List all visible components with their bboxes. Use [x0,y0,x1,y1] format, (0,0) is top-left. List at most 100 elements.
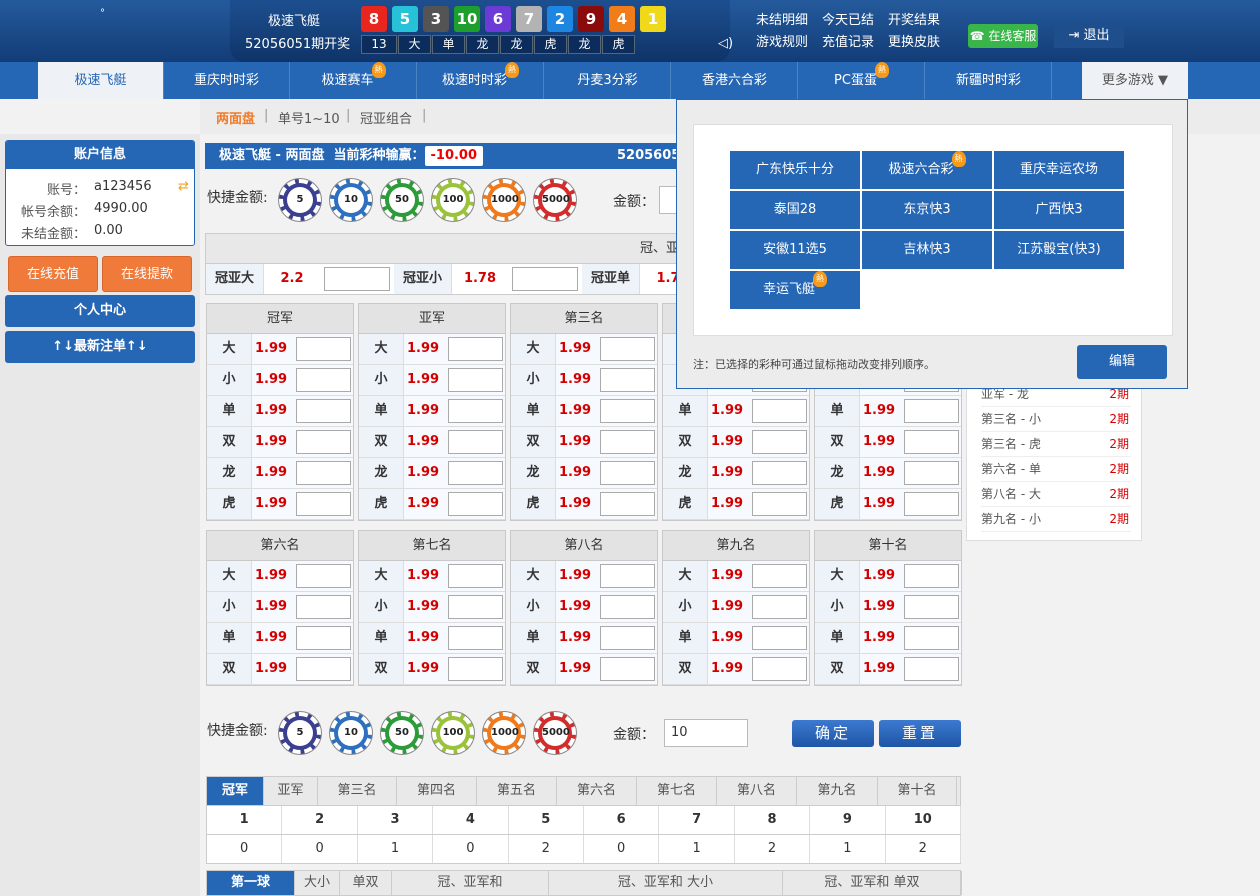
bet-input[interactable] [600,564,655,588]
popup-game[interactable]: 重庆幸运农场 [994,151,1124,189]
bet-input[interactable] [904,399,959,423]
bet-input[interactable] [600,595,655,619]
bet-input[interactable] [296,595,351,619]
link-results[interactable]: 开奖结果 [888,9,940,28]
bottom-tab[interactable]: 第一球 [207,871,295,895]
popup-game[interactable]: 东京快3 [862,191,992,229]
link-rules[interactable]: 游戏规则 [756,31,808,50]
bottom-tab[interactable]: 冠、亚军和 单双 [783,871,962,895]
bet-input[interactable] [904,657,959,681]
bet-input[interactable] [296,461,351,485]
stats-tab[interactable]: 第十名 [878,777,957,805]
stats-tab[interactable]: 第七名 [637,777,717,805]
chip-5000[interactable]: 5000 [534,179,576,221]
popup-game[interactable]: 江苏骰宝(快3) [994,231,1124,269]
bet-input[interactable] [600,657,655,681]
chip-10[interactable]: 10 [330,712,372,754]
chip-5000[interactable]: 5000 [534,712,576,754]
bet-input[interactable] [600,461,655,485]
bet-input[interactable] [600,626,655,650]
popup-game[interactable]: 广东快乐十分 [730,151,860,189]
link-settled-today[interactable]: 今天已结 [822,9,874,28]
link-skin[interactable]: 更换皮肤 [888,31,940,50]
bet-input[interactable] [448,368,503,392]
confirm-button[interactable]: 确定 [792,720,874,747]
nav-item[interactable]: PC蛋蛋熱 [799,62,925,99]
bet-input[interactable] [600,399,655,423]
nav-item[interactable]: 极速时时彩熱 [418,62,544,99]
bet-input[interactable] [296,564,351,588]
bet-input[interactable] [752,430,807,454]
popup-game[interactable]: 极速六合彩熱 [862,151,992,189]
sum-item-input[interactable] [324,267,390,291]
bet-input[interactable] [752,657,807,681]
bet-input[interactable] [752,626,807,650]
bet-input[interactable] [448,461,503,485]
chip-50[interactable]: 50 [381,179,423,221]
latest-bets-button[interactable]: ↑↓最新注单↑↓ [5,331,195,363]
speaker-icon[interactable]: ◁) [718,36,733,51]
chip-5[interactable]: 5 [279,712,321,754]
bet-input[interactable] [448,564,503,588]
nav-item[interactable]: 极速飞艇 [38,62,164,99]
bet-input[interactable] [448,626,503,650]
bet-input[interactable] [600,492,655,516]
chip-10[interactable]: 10 [330,179,372,221]
sum-item-input[interactable] [512,267,578,291]
stats-tab[interactable]: 第六名 [557,777,637,805]
withdraw-button[interactable]: 在线提款 [102,256,192,292]
personal-center-button[interactable]: 个人中心 [5,295,195,327]
popup-game[interactable]: 吉林快3 [862,231,992,269]
bet-input[interactable] [600,430,655,454]
bet-input[interactable] [752,461,807,485]
nav-item[interactable]: 香港六合彩 [672,62,798,99]
chip-1000[interactable]: 1000 [483,712,525,754]
bet-input[interactable] [448,399,503,423]
popup-game[interactable]: 广西快3 [994,191,1124,229]
reset-button[interactable]: 重置 [879,720,961,747]
bet-input[interactable] [752,399,807,423]
stats-tab[interactable]: 第五名 [477,777,557,805]
bet-input[interactable] [904,595,959,619]
bottom-tab[interactable]: 单双 [340,871,392,895]
nav-item[interactable]: 新疆时时彩 [926,62,1052,99]
link-unsettled[interactable]: 未结明细 [756,9,808,28]
chip-1000[interactable]: 1000 [483,179,525,221]
bet-input[interactable] [296,337,351,361]
amount-input[interactable]: 10 [664,719,748,747]
bottom-tab[interactable]: 冠、亚军和 大小 [549,871,783,895]
bet-input[interactable] [904,564,959,588]
bet-input[interactable] [296,430,351,454]
bet-input[interactable] [752,564,807,588]
stats-tab[interactable]: 第四名 [397,777,477,805]
nav-item[interactable]: 重庆时时彩 [164,62,290,99]
bet-input[interactable] [904,492,959,516]
bet-input[interactable] [752,595,807,619]
stats-tab[interactable]: 第三名 [318,777,397,805]
more-games-button[interactable]: 更多游戏 ▼ [1082,62,1188,99]
nav-item[interactable]: 丹麦3分彩 [545,62,671,99]
bet-input[interactable] [448,492,503,516]
stats-tab[interactable]: 冠军 [207,777,264,805]
link-recharge-log[interactable]: 充值记录 [822,31,874,50]
popup-game[interactable]: 泰国28 [730,191,860,229]
bet-input[interactable] [448,595,503,619]
bet-input[interactable] [904,430,959,454]
bet-input[interactable] [296,626,351,650]
bet-input[interactable] [448,657,503,681]
chip-100[interactable]: 100 [432,712,474,754]
subnav-single[interactable]: 单号1~10 [278,108,340,127]
subnav-combo[interactable]: 冠亚组合 [360,108,412,127]
bet-input[interactable] [904,626,959,650]
bet-input[interactable] [904,461,959,485]
popup-game[interactable]: 安徽11选5 [730,231,860,269]
bet-input[interactable] [752,492,807,516]
nav-item[interactable]: 极速赛车熱 [291,62,417,99]
refresh-icon[interactable]: ⇄ [178,179,189,194]
popup-game[interactable]: 幸运飞艇熱 [730,271,860,309]
logout-button[interactable]: ⇥ 退出 [1054,24,1124,48]
bet-input[interactable] [448,430,503,454]
bet-input[interactable] [296,399,351,423]
recharge-button[interactable]: 在线充值 [8,256,98,292]
bet-input[interactable] [296,657,351,681]
